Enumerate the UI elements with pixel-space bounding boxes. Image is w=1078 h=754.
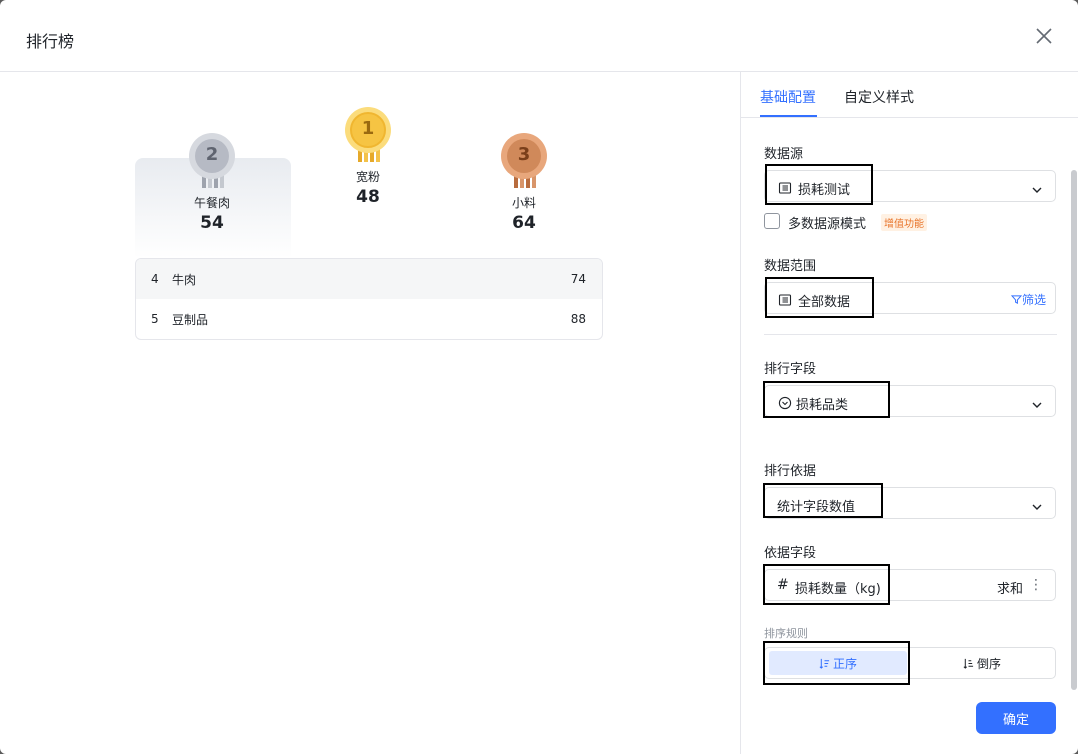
- multi-source-checkbox[interactable]: [764, 213, 780, 229]
- list-item-index: 5: [151, 312, 159, 326]
- sort-descending-button[interactable]: 倒序: [913, 651, 1051, 675]
- list-item-index: 4: [151, 272, 159, 286]
- highlight-box: [765, 277, 874, 318]
- tab-basic-config[interactable]: 基础配置: [760, 87, 816, 107]
- tab-custom-style[interactable]: 自定义样式: [844, 87, 914, 107]
- rank-1-number: 1: [361, 118, 375, 139]
- list-item-name: 豆制品: [172, 312, 209, 327]
- config-tabs: 基础配置 自定义样式: [741, 72, 1078, 118]
- rank-list: 4 牛肉 74 5 豆制品 88: [135, 258, 603, 340]
- rank-1-name: 宽粉: [355, 170, 380, 184]
- scrollbar-thumb[interactable]: [1071, 170, 1077, 690]
- dialog-header: 排行榜: [0, 0, 1078, 72]
- list-item-value: 88: [570, 312, 586, 326]
- filter-label: 筛选: [1021, 293, 1046, 307]
- chevron-down-icon: [1031, 498, 1043, 510]
- rank-1-value: 48: [356, 187, 380, 207]
- highlight-box: [763, 483, 883, 518]
- rank-field-label: 排行字段: [764, 362, 817, 377]
- tab-active-indicator: [760, 115, 817, 117]
- scrollbar-track[interactable]: [1070, 118, 1078, 754]
- list-item-name: 牛肉: [172, 272, 197, 287]
- rank-2-number: 2: [205, 144, 219, 165]
- highlight-box: [763, 381, 890, 418]
- dialog-title: 排行榜: [26, 32, 75, 51]
- datasource-label: 数据源: [764, 147, 804, 162]
- value-added-badge: 增值功能: [881, 214, 927, 231]
- highlight-box: [763, 641, 910, 685]
- filter-icon: [1010, 295, 1023, 304]
- list-item: 4 牛肉 74: [136, 259, 602, 299]
- section-divider: [764, 334, 1057, 335]
- close-icon[interactable]: [1034, 26, 1054, 46]
- rank-3-value: 64: [512, 213, 536, 233]
- list-item-value: 74: [570, 272, 586, 286]
- highlight-box: [763, 564, 890, 605]
- highlight-box: [765, 164, 873, 205]
- basis-field-label: 依据字段: [764, 546, 817, 561]
- aggregation-label[interactable]: 求和: [997, 578, 1023, 597]
- sort-rule-label: 排序规则: [764, 627, 808, 640]
- config-panel: 基础配置 自定义样式 数据源 损耗测试 多数据源模式 增值功能 数据范围 全部数…: [740, 72, 1078, 754]
- rank-2-name: 午餐肉: [193, 196, 230, 210]
- filter-button[interactable]: 筛选: [1010, 291, 1046, 308]
- sort-descending-icon: [963, 658, 974, 669]
- preview-area: 1 宽粉 48 2 午餐肉 54 3 小料 64 4 牛肉 74 5 豆制品 8…: [0, 72, 740, 754]
- leaderboard-dialog: 排行榜 1 宽粉 48 2 午餐肉 54 3 小料 64 4 牛肉 74 5 豆…: [0, 0, 1078, 754]
- rank-3-number: 3: [517, 144, 531, 165]
- sort-descending-label: 倒序: [976, 656, 1001, 671]
- chevron-down-icon: [1031, 396, 1043, 408]
- list-item: 5 豆制品 88: [136, 299, 602, 339]
- more-options-icon[interactable]: ⋮: [1029, 577, 1043, 593]
- confirm-button[interactable]: 确定: [976, 702, 1056, 734]
- rank-3-name: 小料: [511, 196, 536, 210]
- rank-basis-label: 排行依据: [764, 464, 817, 479]
- data-range-label: 数据范围: [764, 259, 817, 274]
- rank-2-value: 54: [200, 213, 224, 233]
- multi-source-label: 多数据源模式: [788, 217, 867, 232]
- chevron-down-icon: [1031, 181, 1043, 193]
